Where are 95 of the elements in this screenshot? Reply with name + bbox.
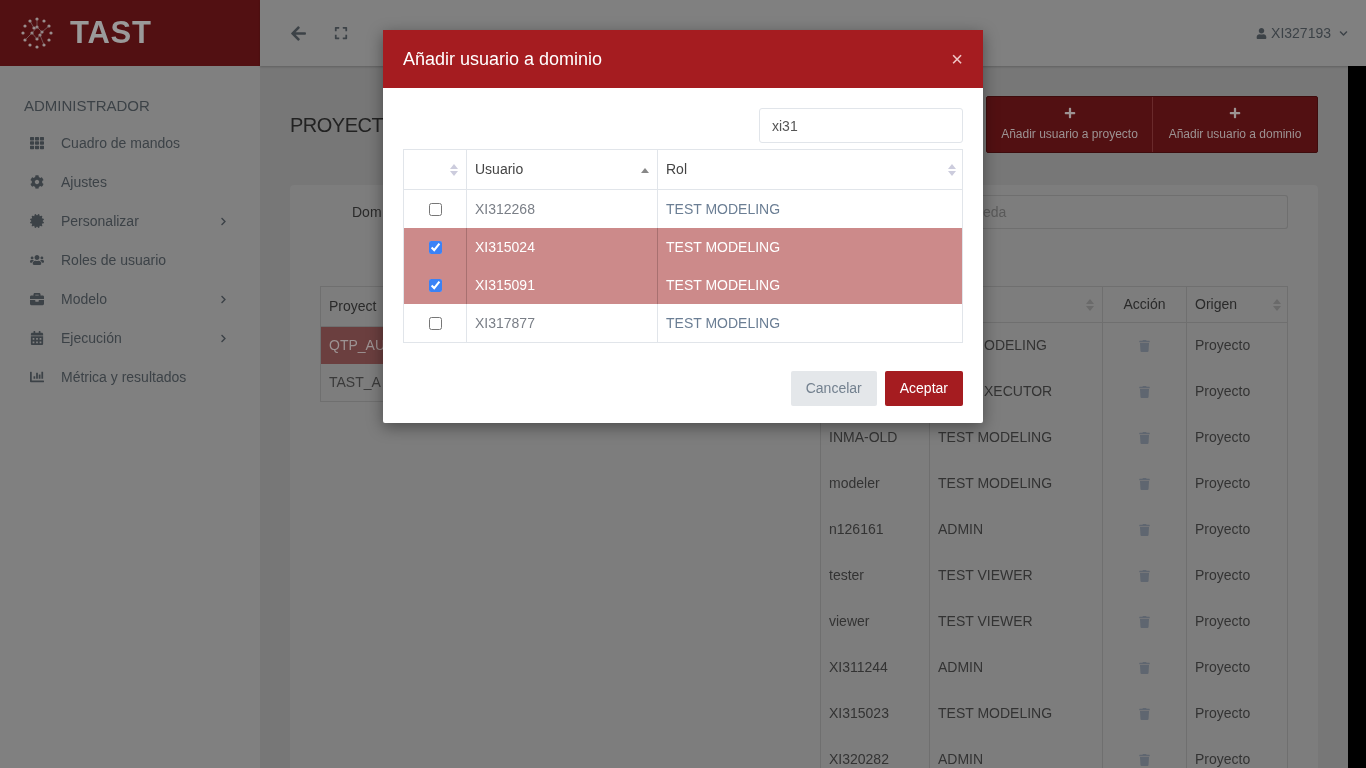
sidebar-item[interactable]: Cuadro de mandos [0,123,260,163]
column-header: Acción [1103,287,1187,322]
plus-icon [1063,106,1076,119]
column-header[interactable]: Origen [1195,294,1273,315]
table-cell: Proyecto [1195,475,1251,491]
search-field[interactable]: xi31 [759,108,963,143]
add-user-button[interactable]: Añadir usuario a dominio [1152,97,1317,152]
table-cell: Proyecto [1195,383,1251,399]
table-cell: TEST MODELING [938,705,1053,721]
table-row[interactable]: XI315091 TEST MODELING [404,266,962,304]
sidebar-item[interactable]: Roles de usuario [0,240,260,280]
table-cell-text: XI317877 [475,313,535,333]
filter-label: Dom [352,202,382,222]
app-name: TAST [70,13,152,52]
sidebar-item[interactable]: Ejecución [0,318,260,358]
chevron-right-icon [219,294,228,304]
table-cell: TEST MODELING [938,429,1053,445]
settings-icon [30,175,44,189]
table-cell: INMA-OLD [829,429,898,445]
row-checkbox[interactable] [428,278,442,292]
row-checkbox[interactable] [428,240,442,254]
table-cell: Proyecto [1195,429,1251,445]
table-cell: Proyecto [1195,521,1251,537]
table-cell: Proyecto [1195,567,1251,583]
column-header[interactable]: Usuario [475,159,641,180]
bar-chart-icon [30,370,44,384]
users-icon [30,253,44,267]
trash-icon[interactable] [1139,662,1150,674]
trash-icon[interactable] [1139,616,1150,628]
add-user-button[interactable]: Añadir usuario a proyecto [987,97,1152,152]
table-cell: Proyecto [1195,613,1251,629]
table-cell-text: XI315091 [475,275,535,295]
trash-icon[interactable] [1139,432,1150,444]
sidebar-item[interactable]: Personalizar [0,201,260,241]
row-checkbox[interactable] [428,202,442,216]
table-cell: ADMIN [938,659,984,675]
badge-icon [30,214,44,228]
table-cell-text: TEST MODELING [666,199,781,219]
sidebar-item[interactable]: Ajustes [0,162,260,202]
modal-title: Añadir usuario a dominio [403,47,604,71]
table-cell: Proyecto [1195,705,1251,721]
table-cell-text: TEST MODELING [666,313,781,333]
briefcase-icon [30,292,44,306]
chevron-right-icon [219,333,228,343]
cancel-button[interactable]: Cancelar [790,371,877,406]
trash-icon[interactable] [1139,570,1150,582]
table-cell: XI311244 [829,659,888,675]
table-cell: tester [829,567,864,583]
plus-icon [1229,106,1241,119]
page-title: PROYECT [290,112,384,138]
trash-icon[interactable] [1139,754,1150,766]
chevron-right-icon [219,216,228,226]
table-cell-text: TEST MODELING [666,237,781,257]
table-cell-text: TEST MODELING [666,275,781,295]
table-cell-text: XI315024 [475,237,535,257]
column-header[interactable]: Rol [666,159,948,180]
table-cell: XECUTOR [984,383,1053,399]
table-cell: XI315023 [829,705,889,721]
back-arrow-icon[interactable] [290,24,307,42]
table-cell-text: XI312268 [475,199,535,219]
calendar-icon [30,331,44,345]
table-cell: viewer [829,613,870,629]
table-cell: Proyecto [1195,659,1251,675]
sort-ascending-icon[interactable] [641,166,649,173]
sidebar-item[interactable]: Métrica y resultados [0,357,260,397]
table-cell: Proyecto [1195,751,1251,767]
table-cell: modeler [829,475,880,491]
sort-icon[interactable] [948,162,956,177]
dashboard-icon [30,136,44,150]
table-cell: Proyecto [1195,337,1251,353]
user-menu[interactable]: XI327193 [1256,22,1348,44]
table-cell: ODELING [984,337,1047,353]
table-row[interactable]: XI315024 TEST MODELING [404,228,962,266]
accept-button[interactable]: Aceptar [884,371,963,406]
sidebar-item[interactable]: Modelo [0,279,260,319]
chevron-down-icon [1339,28,1348,38]
table-cell: XI320282 [829,751,889,767]
user-icon [1256,27,1268,39]
table-cell: ADMIN [938,521,984,537]
trash-icon[interactable] [1139,478,1150,490]
table-cell: TEST MODELING [938,475,1053,491]
table-cell: TEST VIEWER [938,567,1033,583]
trash-icon[interactable] [1139,340,1150,352]
table-cell: ADMIN [938,751,984,767]
fullscreen-icon[interactable] [334,26,348,40]
close-button[interactable]: × [951,49,963,69]
row-checkbox[interactable] [428,316,442,330]
trash-icon[interactable] [1139,524,1150,536]
sidebar-section-title: ADMINISTRADOR [23,96,151,116]
sort-icon[interactable] [450,162,458,177]
table-cell: n126161 [829,521,884,537]
trash-icon[interactable] [1139,708,1150,720]
trash-icon[interactable] [1139,386,1150,398]
table-cell: TEST VIEWER [938,613,1033,629]
table-cell[interactable]: TAST_A [321,364,383,401]
